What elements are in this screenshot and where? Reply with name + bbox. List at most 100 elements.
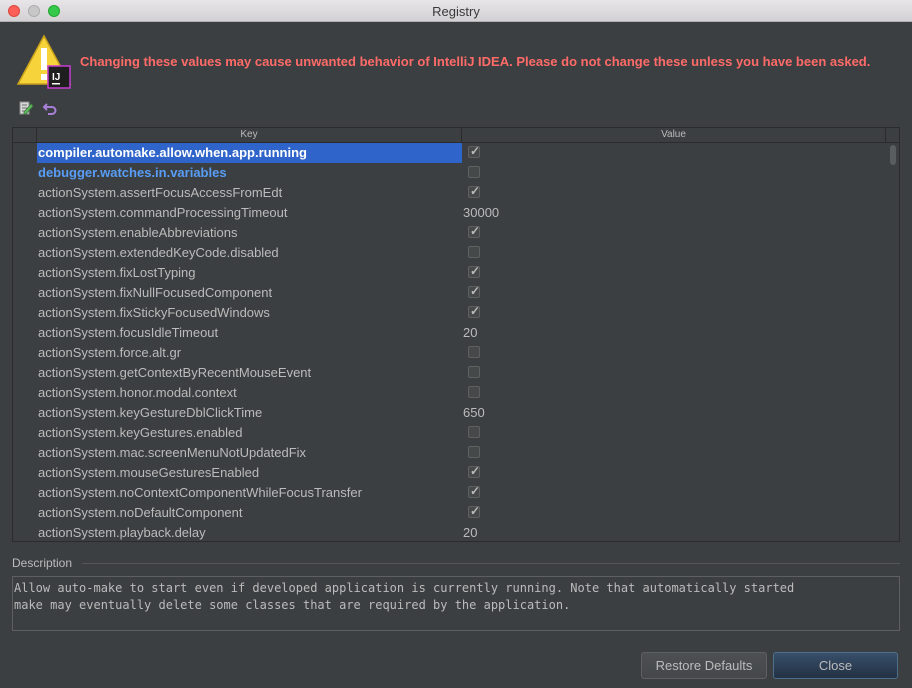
row-value-text[interactable]: 20 [462, 325, 477, 340]
row-value[interactable]: ✓ [462, 263, 888, 283]
checkbox-unchecked[interactable] [468, 246, 480, 258]
checkbox-checked[interactable]: ✓ [468, 284, 481, 298]
table-row[interactable]: actionSystem.keyGestures.enabled [13, 423, 888, 443]
row-key[interactable]: actionSystem.enableAbbreviations [37, 223, 462, 243]
row-value[interactable]: ✓ [462, 463, 888, 483]
table-row[interactable]: actionSystem.force.alt.gr [13, 343, 888, 363]
row-key[interactable]: actionSystem.force.alt.gr [37, 343, 462, 363]
row-key[interactable]: actionSystem.fixLostTyping [37, 263, 462, 283]
checkmark-icon: ✓ [470, 464, 481, 478]
row-key[interactable]: actionSystem.getContextByRecentMouseEven… [37, 363, 462, 383]
table-scrollbar[interactable] [888, 143, 899, 541]
column-header-value[interactable]: Value [462, 128, 886, 143]
row-value[interactable] [462, 363, 888, 383]
row-value[interactable]: 650 [462, 403, 888, 423]
row-value[interactable]: ✓ [462, 303, 888, 323]
checkbox-unchecked[interactable] [468, 426, 480, 438]
table-row[interactable]: actionSystem.noDefaultComponent ✓ [13, 503, 888, 523]
row-value[interactable] [462, 383, 888, 403]
row-key[interactable]: actionSystem.fixStickyFocusedWindows [37, 303, 462, 323]
row-key[interactable]: actionSystem.keyGestures.enabled [37, 423, 462, 443]
table-row[interactable]: actionSystem.focusIdleTimeout 20 [13, 323, 888, 343]
checkbox-checked[interactable]: ✓ [468, 144, 480, 158]
revert-icon[interactable] [40, 98, 60, 118]
row-key[interactable]: actionSystem.noContextComponentWhileFocu… [37, 483, 462, 503]
row-key[interactable]: actionSystem.honor.modal.context [37, 383, 462, 403]
row-key-label: actionSystem.getContextByRecentMouseEven… [38, 365, 312, 380]
row-value[interactable] [462, 163, 888, 183]
checkmark-icon: ✓ [470, 504, 481, 518]
row-key[interactable]: actionSystem.playback.delay [37, 523, 462, 541]
row-key-label: actionSystem.keyGestureDblClickTime [38, 405, 263, 420]
table-row[interactable]: actionSystem.fixStickyFocusedWindows ✓ [13, 303, 888, 323]
row-value[interactable]: 30000 [462, 203, 888, 223]
row-key[interactable]: actionSystem.noDefaultComponent [37, 503, 462, 523]
title-bar: Registry [0, 0, 912, 22]
row-value[interactable]: ✓ [462, 483, 888, 503]
row-value-text[interactable]: 30000 [462, 205, 499, 220]
warning-icon: IJ [14, 34, 74, 94]
restore-defaults-button[interactable]: Restore Defaults [641, 652, 767, 679]
row-value[interactable]: ✓ [462, 143, 888, 163]
table-row[interactable]: actionSystem.commandProcessingTimeout 300… [13, 203, 888, 223]
row-key-label: actionSystem.playback.delay [38, 525, 206, 540]
checkmark-icon: ✓ [470, 284, 481, 298]
table-row[interactable]: actionSystem.mouseGesturesEnabled ✓ [13, 463, 888, 483]
row-key[interactable]: actionSystem.keyGestureDblClickTime [37, 403, 462, 423]
scrollbar-thumb[interactable] [890, 145, 896, 165]
checkbox-unchecked[interactable] [468, 386, 480, 398]
table-row[interactable]: compiler.automake.allow.when.app.running… [13, 143, 888, 163]
row-value[interactable]: 20 [462, 523, 888, 541]
checkbox-checked[interactable]: ✓ [468, 184, 480, 198]
table-row[interactable]: actionSystem.assertFocusAccessFromEdt ✓ [13, 183, 888, 203]
row-key[interactable]: debugger.watches.in.variables [37, 163, 462, 183]
row-key[interactable]: actionSystem.mouseGesturesEnabled [37, 463, 462, 483]
table-row[interactable]: debugger.watches.in.variables [13, 163, 888, 183]
row-key-label: actionSystem.assertFocusAccessFromEdt [38, 185, 283, 200]
row-value-text[interactable]: 20 [462, 525, 477, 540]
row-key[interactable]: actionSystem.commandProcessingTimeout [37, 203, 462, 223]
checkbox-unchecked[interactable] [468, 366, 480, 378]
table-row[interactable]: actionSystem.getContextByRecentMouseEven… [13, 363, 888, 383]
checkbox-checked[interactable]: ✓ [468, 504, 481, 518]
checkbox-unchecked[interactable] [468, 346, 480, 358]
checkbox-checked[interactable]: ✓ [468, 464, 481, 478]
row-key-label: actionSystem.honor.modal.context [38, 385, 237, 400]
table-row[interactable]: actionSystem.honor.modal.context [13, 383, 888, 403]
close-button[interactable]: Close [773, 652, 898, 679]
table-row[interactable]: actionSystem.noContextComponentWhileFocu… [13, 483, 888, 503]
checkbox-checked[interactable]: ✓ [468, 224, 480, 238]
row-value[interactable] [462, 343, 888, 363]
table-row[interactable]: actionSystem.playback.delay 20 [13, 523, 888, 541]
row-value[interactable]: 20 [462, 323, 888, 343]
row-value[interactable]: ✓ [462, 223, 888, 243]
table-row[interactable]: actionSystem.extendedKeyCode.disabled [13, 243, 888, 263]
warning-message: Changing these values may cause unwanted… [80, 54, 871, 69]
checkbox-unchecked[interactable] [468, 166, 480, 178]
row-key[interactable]: actionSystem.mac.screenMenuNotUpdatedFix [37, 443, 462, 463]
column-header-key[interactable]: Key [37, 128, 462, 143]
row-key[interactable]: actionSystem.extendedKeyCode.disabled [37, 243, 462, 263]
row-value[interactable] [462, 243, 888, 263]
checkbox-unchecked[interactable] [468, 446, 480, 458]
row-key[interactable]: actionSystem.assertFocusAccessFromEdt [37, 183, 462, 203]
table-row[interactable]: actionSystem.fixLostTyping ✓ [13, 263, 888, 283]
table-rows: compiler.automake.allow.when.app.running… [13, 143, 888, 541]
checkbox-checked[interactable]: ✓ [468, 264, 480, 278]
row-value[interactable] [462, 423, 888, 443]
table-row[interactable]: actionSystem.fixNullFocusedComponent ✓ [13, 283, 888, 303]
checkbox-checked[interactable]: ✓ [468, 484, 480, 498]
row-key[interactable]: actionSystem.fixNullFocusedComponent [37, 283, 462, 303]
row-value[interactable]: ✓ [462, 503, 888, 523]
checkbox-checked[interactable]: ✓ [468, 304, 480, 318]
row-key[interactable]: actionSystem.focusIdleTimeout [37, 323, 462, 343]
row-key[interactable]: compiler.automake.allow.when.app.running [37, 143, 462, 163]
table-row[interactable]: actionSystem.enableAbbreviations ✓ [13, 223, 888, 243]
edit-icon[interactable] [16, 98, 36, 118]
row-value[interactable] [462, 443, 888, 463]
table-row[interactable]: actionSystem.mac.screenMenuNotUpdatedFix [13, 443, 888, 463]
row-value[interactable]: ✓ [462, 183, 888, 203]
row-value-text[interactable]: 650 [462, 405, 485, 420]
row-value[interactable]: ✓ [462, 283, 888, 303]
table-row[interactable]: actionSystem.keyGestureDblClickTime 650 [13, 403, 888, 423]
